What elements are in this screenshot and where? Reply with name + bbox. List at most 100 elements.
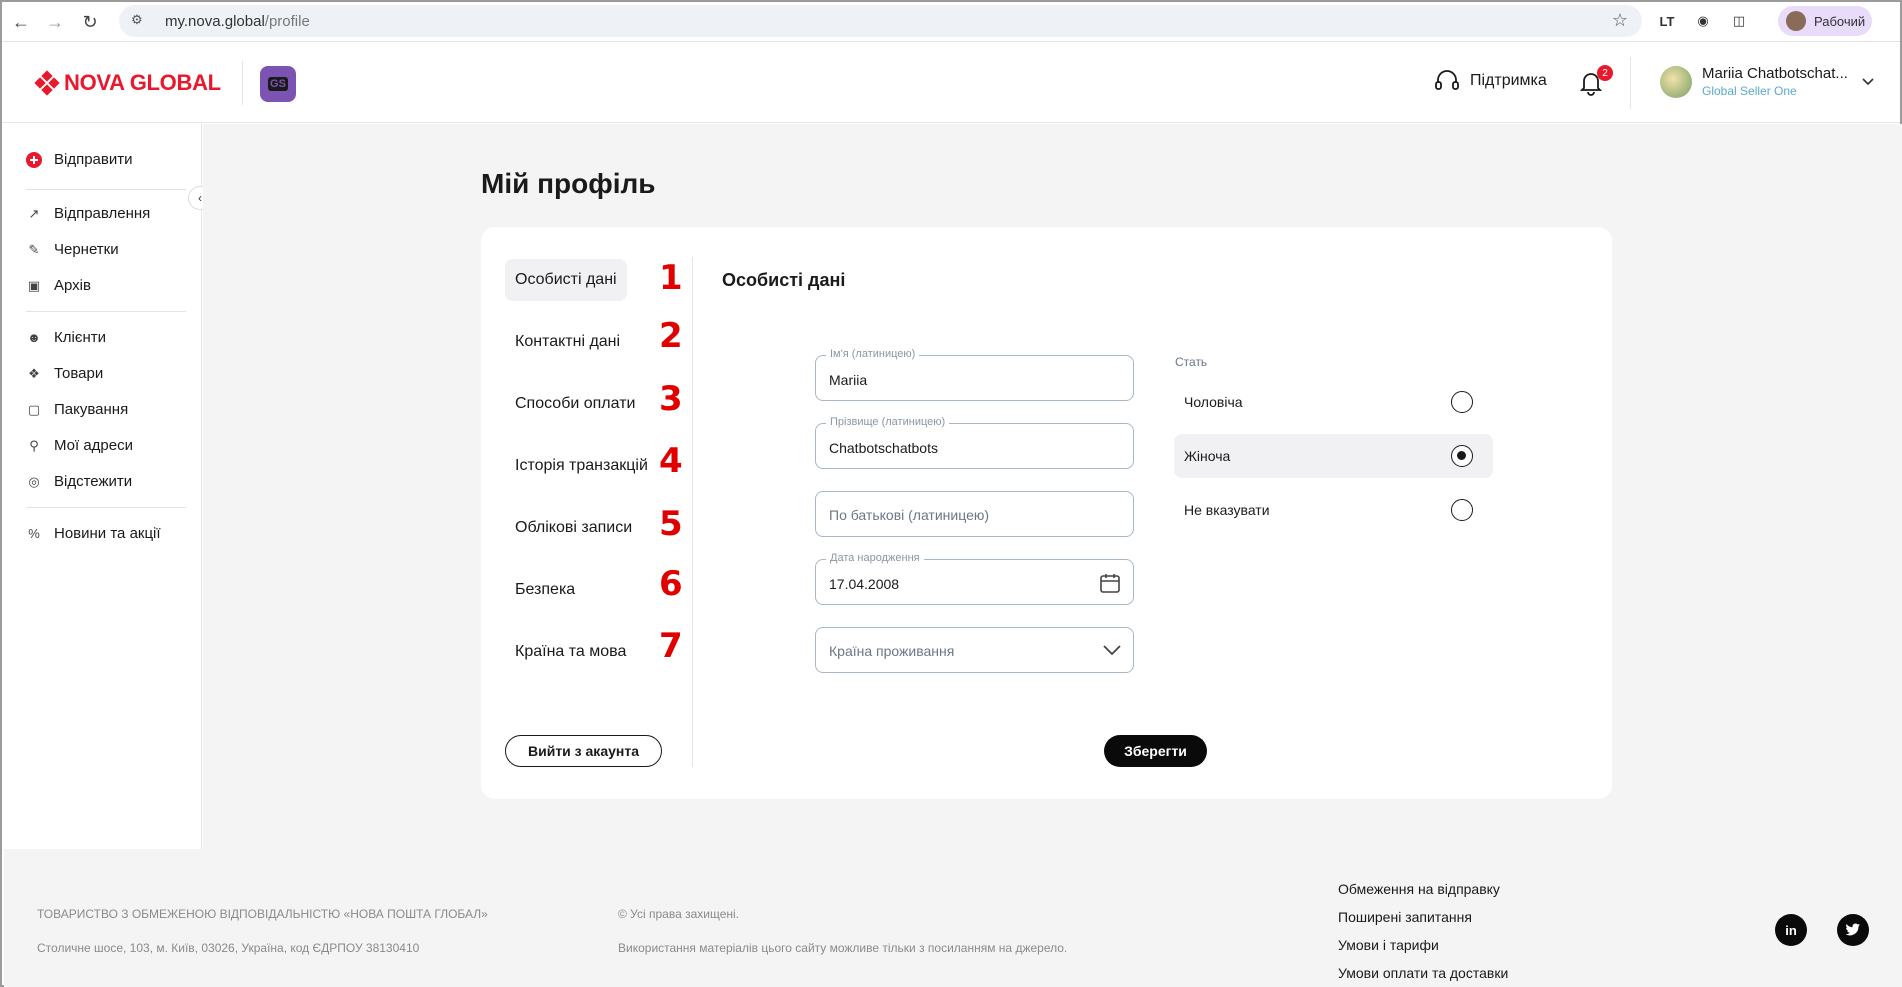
sidebar-item-addresses[interactable]: ⚲ Мої адреси (26, 437, 133, 454)
tab-contact-data[interactable]: Контактні дані (505, 321, 630, 363)
last-name-field[interactable]: Прізвище (латиницею) Chatbotschatbots (815, 416, 1134, 469)
patronymic-field[interactable]: По батькові (латиницею) (815, 491, 1134, 537)
nova-global-logo[interactable]: NOVA GLOBAL (34, 70, 221, 96)
radio-label: Чоловіча (1184, 394, 1243, 410)
site-settings-icon[interactable]: ⚙ (131, 12, 149, 30)
support-link[interactable]: Підтримка (1434, 69, 1547, 93)
sidebar-divider (26, 189, 186, 190)
header-divider (242, 61, 243, 105)
field-placeholder: Країна проживання (829, 643, 955, 659)
field-placeholder: По батькові (латиницею) (829, 507, 990, 523)
tab-country-language[interactable]: Країна та мова (505, 631, 636, 673)
footer-link[interactable]: Умови оплати та доставки (1338, 965, 1508, 981)
app-header: NOVA GLOBAL GS Підтримка 2 Mariia Chatbo… (2, 43, 1900, 123)
forward-icon[interactable]: → (40, 7, 70, 37)
chevron-left-icon: ‹ (198, 191, 202, 205)
sidebar-item-label: Новини та акції (54, 525, 161, 542)
footer: ТОВАРИСТВО З ОБМЕЖЕНОЮ ВІДПОВІДАЛЬНІСТЮ … (4, 849, 1902, 987)
field-value: 17.04.2008 (829, 576, 900, 592)
sidebar-item-shipments[interactable]: ↗ Відправлення (26, 205, 151, 222)
first-name-field[interactable]: Ім'я (латиницею) Mariia (815, 348, 1134, 401)
chevron-down-icon (1103, 645, 1121, 656)
camera-icon[interactable]: ◉ (1692, 10, 1714, 32)
sidebar-divider (26, 507, 186, 508)
browser-profile-button[interactable]: Рабочий (1778, 6, 1872, 36)
footer-link[interactable]: Поширені запитання (1338, 909, 1472, 925)
radio-button-selected[interactable] (1451, 445, 1473, 467)
sidebar-item-goods[interactable]: ❖ Товари (26, 365, 103, 382)
gender-option-unspecified[interactable]: Не вказувати (1174, 488, 1493, 532)
browser-toolbar: ← → ↻ ⚙ my.nova.global/profile ☆ LT ◉ ◫ … (2, 2, 1900, 42)
lt-extension-icon[interactable]: LT (1656, 10, 1678, 32)
sidebar-item-archive[interactable]: ▣ Архів (26, 277, 91, 294)
field-label: Прізвище (латиницею) (826, 416, 950, 428)
notifications-badge: 2 (1597, 65, 1613, 81)
calendar-icon[interactable] (1099, 572, 1121, 594)
tab-label: Історія транзакцій (515, 457, 648, 474)
sidebar-item-send[interactable]: Відправити (26, 151, 133, 168)
sidebar-item-label: Відправлення (54, 205, 151, 222)
footer-address: Столичне шосе, 103, м. Київ, 03026, Укра… (37, 941, 420, 955)
save-button[interactable]: Зберегти (1104, 735, 1207, 767)
sidebar-divider (26, 311, 186, 312)
radio-button[interactable] (1451, 499, 1473, 521)
chevron-down-icon (1862, 77, 1874, 85)
sidebar-item-label: Пакування (54, 401, 129, 418)
archive-icon: ▣ (27, 277, 41, 293)
bookmark-star-icon[interactable]: ☆ (1612, 10, 1628, 31)
tab-transaction-history[interactable]: Історія транзакцій (505, 445, 658, 487)
sidebar-item-label: Мої адреси (54, 437, 133, 454)
sidebar-item-label: Архів (54, 277, 91, 294)
footer-link[interactable]: Умови і тарифи (1338, 937, 1439, 953)
sidebar-item-drafts[interactable]: ✎ Чернетки (26, 241, 119, 258)
gender-option-male[interactable]: Чоловіча (1174, 380, 1493, 424)
footer-rights: © Усі права захищені. (618, 907, 740, 921)
field-label: Ім'я (латиницею) (826, 348, 920, 360)
tag-icon: ❖ (28, 365, 40, 381)
radio-button[interactable] (1451, 391, 1473, 413)
back-icon[interactable]: ← (6, 7, 36, 37)
tabs-divider (692, 257, 693, 767)
birth-date-field[interactable]: Дата народження 17.04.2008 (815, 552, 1134, 605)
linkedin-icon[interactable]: in (1775, 914, 1807, 946)
sidebar-item-packaging[interactable]: ▢ Пакування (26, 401, 128, 418)
sidebar-item-label: Клієнти (54, 329, 107, 346)
page-title: Мій профіль (481, 168, 656, 199)
address-icon: ⚲ (29, 437, 39, 453)
tab-personal-data[interactable]: Особисті дані (505, 259, 627, 301)
linkedin-glyph: in (1785, 922, 1797, 938)
country-select[interactable]: Країна проживання (815, 627, 1134, 673)
extensions-icon[interactable]: ◫ (1728, 10, 1750, 32)
tab-accounts[interactable]: Облікові записи (505, 507, 642, 549)
sidebar-item-track[interactable]: ◎ Відстежити (26, 473, 132, 490)
user-menu[interactable]: Mariia Chatbotschat... Global Seller One (1660, 65, 1874, 98)
sidebar-item-label: Чернетки (54, 241, 119, 258)
tab-label: Безпека (515, 581, 576, 598)
box-icon: ▢ (27, 401, 41, 417)
annotation-number: 7 (659, 626, 683, 666)
twitter-icon[interactable] (1837, 914, 1869, 946)
field-value: Chatbotschatbots (829, 440, 938, 456)
headset-icon (1435, 70, 1459, 90)
tab-payment-methods[interactable]: Способи оплати (505, 383, 645, 425)
gs-badge-text: GS (268, 77, 288, 91)
sidebar-item-clients[interactable]: ☻ Клієнти (26, 329, 106, 346)
gender-option-female[interactable]: Жіноча (1174, 434, 1493, 478)
tab-label: Країна та мова (515, 643, 627, 660)
address-bar[interactable]: ⚙ my.nova.global/profile ☆ (119, 5, 1642, 37)
logo-text: NOVA GLOBAL (64, 70, 221, 95)
footer-link[interactable]: Обмеження на відправку (1338, 881, 1500, 897)
logout-button[interactable]: Вийти з акаунта (505, 735, 662, 767)
browser-profile-avatar (1786, 11, 1806, 31)
tab-label: Контактні дані (515, 333, 621, 350)
reload-icon[interactable]: ↻ (75, 7, 105, 37)
plus-circle-icon (26, 151, 42, 168)
user-role: Global Seller One (1702, 84, 1797, 98)
gs-badge[interactable]: GS (260, 66, 296, 102)
nova-logo-icon (34, 70, 60, 96)
tab-security[interactable]: Безпека (505, 569, 585, 611)
sidebar-item-news[interactable]: % Новини та акції (26, 525, 161, 542)
users-icon: ☻ (27, 330, 41, 345)
radio-label: Жіноча (1184, 448, 1231, 464)
footer-usage: Використання матеріалів цього сайту можл… (618, 941, 1068, 955)
